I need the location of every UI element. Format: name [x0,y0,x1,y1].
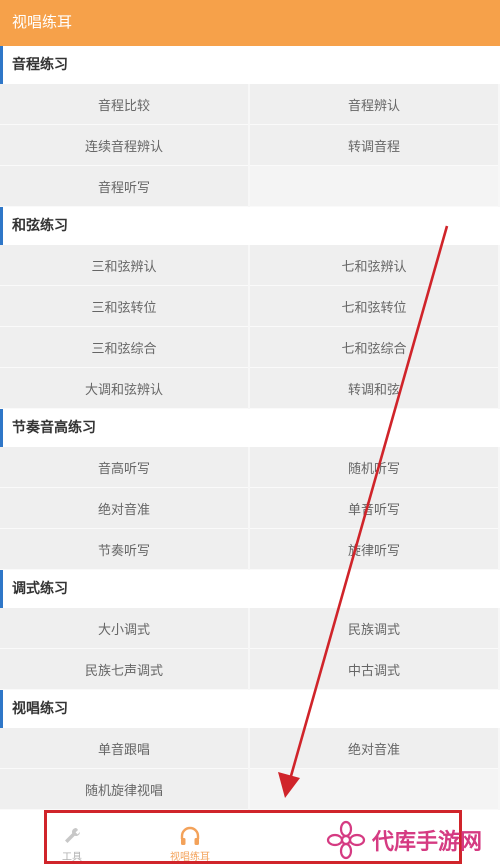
section-title: 和弦练习 [0,207,500,245]
empty-cell [250,769,498,810]
tab-tools[interactable]: 工具 [12,824,132,864]
practice-item-button[interactable]: 大调和弦辨认 [0,368,248,409]
practice-item-button[interactable]: 旋律听写 [250,529,498,570]
tab-tools-label: 工具 [62,851,82,863]
watermark-text: 代库手游网 [372,830,483,855]
practice-item-button[interactable]: 三和弦辨认 [0,245,248,286]
practice-item-button[interactable]: 连续音程辨认 [0,125,248,166]
section-grid: 音程比较 音程辨认 连续音程辨认 转调音程 音程听写 [0,84,500,207]
practice-item-button[interactable]: 七和弦转位 [250,286,498,327]
practice-sections: 音程练习 音程比较 音程辨认 连续音程辨认 转调音程 音程听写 和弦练习 三和弦辨认 七和弦辨认… [0,46,500,810]
practice-item-button[interactable]: 音程比较 [0,84,248,125]
practice-item-button[interactable]: 转调音程 [250,125,498,166]
tab-ear-training-label: 视唱练耳 [170,851,210,863]
practice-item-button[interactable]: 转调和弦 [250,368,498,409]
empty-cell [250,166,498,207]
headphones-icon [180,826,200,845]
practice-item-button[interactable]: 大小调式 [0,608,248,649]
section-title: 调式练习 [0,570,500,608]
section-grid: 音高听写 随机听写 绝对音准 单音听写 节奏听写 旋律听写 [0,447,500,570]
practice-item-button[interactable]: 单音听写 [250,488,498,529]
practice-item-button[interactable]: 七和弦辨认 [250,245,498,286]
tab-ear-training[interactable]: 视唱练耳 [130,824,250,864]
practice-item-button[interactable]: 民族调式 [250,608,498,649]
practice-item-button[interactable]: 音高听写 [0,447,248,488]
practice-item-button[interactable]: 三和弦综合 [0,327,248,368]
page-title: 视唱练耳 [12,13,73,31]
flower-logo-icon [326,820,366,860]
practice-item-button[interactable]: 民族七声调式 [0,649,248,690]
practice-item-button[interactable]: 音程辨认 [250,84,498,125]
wrench-icon [65,827,81,843]
practice-item-button[interactable]: 音程听写 [0,166,248,207]
practice-item-button[interactable]: 绝对音准 [0,488,248,529]
practice-item-button[interactable]: 随机旋律视唱 [0,769,248,810]
practice-item-button[interactable]: 七和弦综合 [250,327,498,368]
top-app-bar: 视唱练耳 [0,0,500,46]
section-grid: 三和弦辨认 七和弦辨认 三和弦转位 七和弦转位 三和弦综合 七和弦综合 大调和弦辨认 转调和弦 [0,245,500,409]
section-title: 视唱练习 [0,690,500,728]
section-title: 节奏音高练习 [0,409,500,447]
section-grid: 大小调式 民族调式 民族七声调式 中古调式 [0,608,500,690]
practice-item-button[interactable]: 随机听写 [250,447,498,488]
practice-item-button[interactable]: 单音跟唱 [0,728,248,769]
practice-item-button[interactable]: 节奏听写 [0,529,248,570]
watermark-logo: 代库手游网 [326,818,482,862]
practice-item-button[interactable]: 绝对音准 [250,728,498,769]
practice-item-button[interactable]: 三和弦转位 [0,286,248,327]
section-title: 音程练习 [0,46,500,84]
practice-item-button[interactable]: 中古调式 [250,649,498,690]
section-grid: 单音跟唱 绝对音准 随机旋律视唱 [0,728,500,810]
